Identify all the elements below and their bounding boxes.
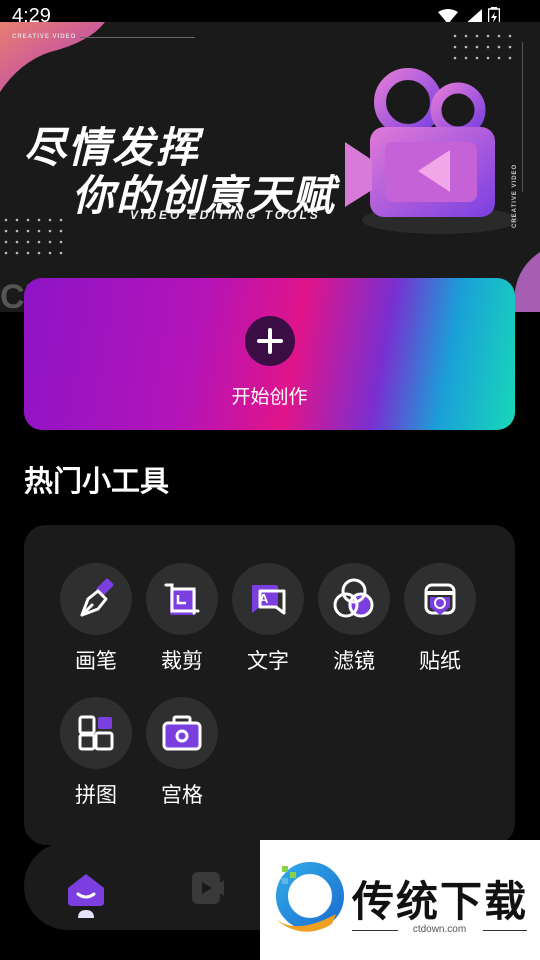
tools-panel: 画笔 裁剪 A 文字 滤镜 贴纸 拼图 宫格: [24, 525, 515, 845]
sticker-icon: [404, 563, 476, 635]
tool-grid[interactable]: 宫格: [142, 697, 222, 809]
text-icon: A: [232, 563, 304, 635]
filter-icon: [318, 563, 390, 635]
banner-small-label: CREATIVE VIDEO: [12, 34, 77, 40]
start-creating-label: 开始创作: [231, 386, 308, 408]
nav-video[interactable]: [190, 870, 226, 906]
home-icon: [68, 874, 104, 918]
plus-icon: [245, 316, 295, 366]
collage-icon: [60, 697, 132, 769]
tool-sticker[interactable]: 贴纸: [400, 563, 480, 675]
tool-filter[interactable]: 滤镜: [314, 563, 394, 675]
tool-label: 文字: [247, 649, 289, 673]
watermark-brand: 传统下载: [352, 877, 529, 926]
svg-text:A: A: [259, 591, 269, 606]
watermark-logo: [274, 862, 344, 932]
video-icon: [192, 872, 224, 904]
start-creating-button[interactable]: 开始创作: [24, 278, 515, 430]
watermark: 传统下载 ctdown.com: [260, 840, 540, 960]
tool-crop[interactable]: 裁剪: [142, 563, 222, 675]
watermark-line-right: [483, 930, 527, 931]
tool-label: 滤镜: [333, 649, 375, 673]
section-title: 热门小工具: [24, 464, 170, 498]
banner-vertical-label: CREATIVE VIDEO: [512, 163, 518, 228]
tool-label: 画笔: [75, 649, 117, 673]
banner-divider: [80, 37, 195, 38]
brush-icon: [60, 563, 132, 635]
tool-label: 裁剪: [161, 649, 203, 673]
grid-icon: [146, 697, 218, 769]
tool-label: 宫格: [161, 783, 203, 807]
hero-banner[interactable]: CREATIVE VIDEO 尽情发挥 你的创意天赋 VIDEO EDITING…: [0, 22, 540, 312]
tool-brush[interactable]: 画笔: [56, 563, 136, 675]
banner-subtitle: VIDEO EDITING TOOLS: [130, 208, 321, 222]
tool-text[interactable]: A 文字: [228, 563, 308, 675]
tool-label: 贴纸: [419, 649, 461, 673]
nav-home[interactable]: [64, 868, 108, 918]
crop-icon: [146, 563, 218, 635]
tool-collage[interactable]: 拼图: [56, 697, 136, 809]
tool-label: 拼图: [75, 783, 117, 807]
